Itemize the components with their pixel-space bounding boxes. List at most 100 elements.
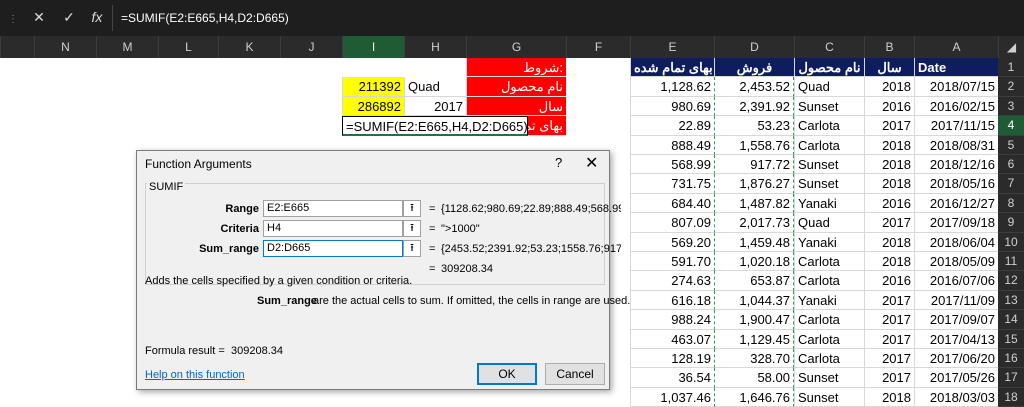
column-header-k[interactable]: K: [218, 36, 280, 58]
table-cell[interactable]: 1,876.27: [714, 174, 794, 194]
table-cell[interactable]: 888.49: [630, 135, 714, 155]
table-cell[interactable]: 568.99: [630, 155, 714, 175]
row-header[interactable]: 13: [998, 290, 1024, 311]
table-cell[interactable]: 2017: [864, 349, 914, 369]
row-header[interactable]: 8: [998, 193, 1024, 214]
table-cell[interactable]: 2018: [864, 174, 914, 194]
table-cell[interactable]: 917.72: [714, 155, 794, 175]
enter-icon[interactable]: ✓: [56, 4, 82, 30]
table-cell[interactable]: 2017: [864, 290, 914, 311]
column-header-n[interactable]: N: [34, 36, 96, 58]
table-cell[interactable]: 616.18: [630, 290, 714, 311]
range-input[interactable]: E2:E665: [263, 200, 403, 217]
table-cell[interactable]: 1,020.18: [714, 252, 794, 272]
table-cell[interactable]: 22.89: [630, 116, 714, 136]
table-cell[interactable]: 2016: [864, 271, 914, 291]
table-cell[interactable]: 2017: [864, 368, 914, 388]
table-cell[interactable]: Carlota: [794, 329, 864, 349]
table-cell[interactable]: 274.63: [630, 271, 714, 291]
table-cell[interactable]: 2016/12/27: [914, 193, 998, 214]
table-cell[interactable]: 2018: [864, 252, 914, 272]
table-cell[interactable]: 2016: [864, 193, 914, 214]
table-cell[interactable]: Sunset: [794, 155, 864, 175]
table-cell[interactable]: 2018: [864, 155, 914, 175]
table-cell[interactable]: 1,646.76: [714, 387, 794, 407]
column-header-a[interactable]: A: [914, 36, 998, 58]
row-header[interactable]: 17: [998, 368, 1024, 388]
insert-function-icon[interactable]: fx: [84, 4, 110, 30]
table-cell[interactable]: 1,558.76: [714, 135, 794, 155]
header-date[interactable]: Date: [914, 58, 998, 78]
close-icon[interactable]: ✕: [585, 153, 598, 173]
table-cell[interactable]: 2018/05/16: [914, 174, 998, 194]
table-cell[interactable]: 2018/08/31: [914, 135, 998, 155]
row-header[interactable]: 11: [998, 252, 1024, 272]
table-cell[interactable]: 2018: [864, 387, 914, 407]
table-cell[interactable]: 731.75: [630, 174, 714, 194]
table-cell[interactable]: Carlota: [794, 252, 864, 272]
table-cell[interactable]: 2016/07/06: [914, 271, 998, 291]
formula-input[interactable]: =SUMIF(E2:E665,H4,D2:D665): [112, 5, 1024, 31]
help-link[interactable]: Help on this function: [145, 369, 245, 381]
table-cell[interactable]: 328.70: [714, 349, 794, 369]
table-cell[interactable]: 2018: [864, 232, 914, 252]
table-cell[interactable]: 1,037.46: [630, 387, 714, 407]
cancel-icon[interactable]: ✕: [26, 4, 52, 30]
table-cell[interactable]: 569.20: [630, 232, 714, 252]
row-header[interactable]: 10: [998, 232, 1024, 252]
row-header[interactable]: 12: [998, 271, 1024, 291]
table-cell[interactable]: 2017: [864, 310, 914, 330]
year-value-cell[interactable]: 2017: [404, 96, 466, 117]
table-cell[interactable]: 2016/02/15: [914, 96, 998, 117]
table-cell[interactable]: Carlota: [794, 310, 864, 330]
column-header-c[interactable]: C: [794, 36, 864, 58]
column-header-b[interactable]: B: [864, 36, 914, 58]
header-sales[interactable]: فروش: [714, 58, 794, 78]
table-cell[interactable]: 58.00: [714, 368, 794, 388]
table-cell[interactable]: 2017/09/07: [914, 310, 998, 330]
table-cell[interactable]: 2018/12/16: [914, 155, 998, 175]
table-cell[interactable]: 2017/11/09: [914, 290, 998, 311]
table-cell[interactable]: 1,044.37: [714, 290, 794, 311]
row-header[interactable]: 4: [998, 116, 1024, 136]
header-year[interactable]: سال: [864, 58, 914, 78]
table-cell[interactable]: 2017/04/13: [914, 329, 998, 349]
select-all-corner[interactable]: ◢: [998, 36, 1024, 58]
table-cell[interactable]: Quad: [794, 213, 864, 233]
row-header[interactable]: 6: [998, 155, 1024, 175]
table-cell[interactable]: 463.07: [630, 329, 714, 349]
table-cell[interactable]: 2016: [864, 96, 914, 117]
table-cell[interactable]: Carlota: [794, 116, 864, 136]
row-header[interactable]: 15: [998, 329, 1024, 349]
product-value-cell[interactable]: Quad: [404, 77, 466, 97]
table-cell[interactable]: 2018/06/04: [914, 232, 998, 252]
table-cell[interactable]: 2,453.52: [714, 77, 794, 97]
table-cell[interactable]: Yanaki: [794, 193, 864, 214]
year-label-cell[interactable]: سال: [466, 96, 566, 117]
table-cell[interactable]: 2017/05/26: [914, 368, 998, 388]
column-header-e[interactable]: E: [630, 36, 714, 58]
sum-range-input[interactable]: D2:D665: [263, 240, 403, 257]
row-header[interactable]: 3: [998, 96, 1024, 117]
table-cell[interactable]: 2018: [864, 135, 914, 155]
table-cell[interactable]: 2,017.73: [714, 213, 794, 233]
table-cell[interactable]: Carlota: [794, 349, 864, 369]
table-cell[interactable]: 980.69: [630, 96, 714, 117]
row-header[interactable]: 1: [998, 58, 1024, 78]
table-cell[interactable]: 988.24: [630, 310, 714, 330]
table-cell[interactable]: 684.40: [630, 193, 714, 214]
table-cell[interactable]: 1,128.62: [630, 77, 714, 97]
table-cell[interactable]: 128.19: [630, 349, 714, 369]
table-cell[interactable]: Sunset: [794, 368, 864, 388]
table-cell[interactable]: 807.09: [630, 213, 714, 233]
header-product[interactable]: نام محصول: [794, 58, 864, 78]
column-header-l[interactable]: L: [158, 36, 218, 58]
column-header-d[interactable]: D: [714, 36, 794, 58]
cancel-button[interactable]: Cancel: [545, 363, 605, 385]
table-cell[interactable]: 2,391.92: [714, 96, 794, 117]
table-cell[interactable]: 2017/09/18: [914, 213, 998, 233]
column-header-j[interactable]: J: [280, 36, 342, 58]
table-cell[interactable]: 2017/11/15: [914, 116, 998, 136]
table-cell[interactable]: 1,459.48: [714, 232, 794, 252]
row-header[interactable]: 2: [998, 77, 1024, 97]
